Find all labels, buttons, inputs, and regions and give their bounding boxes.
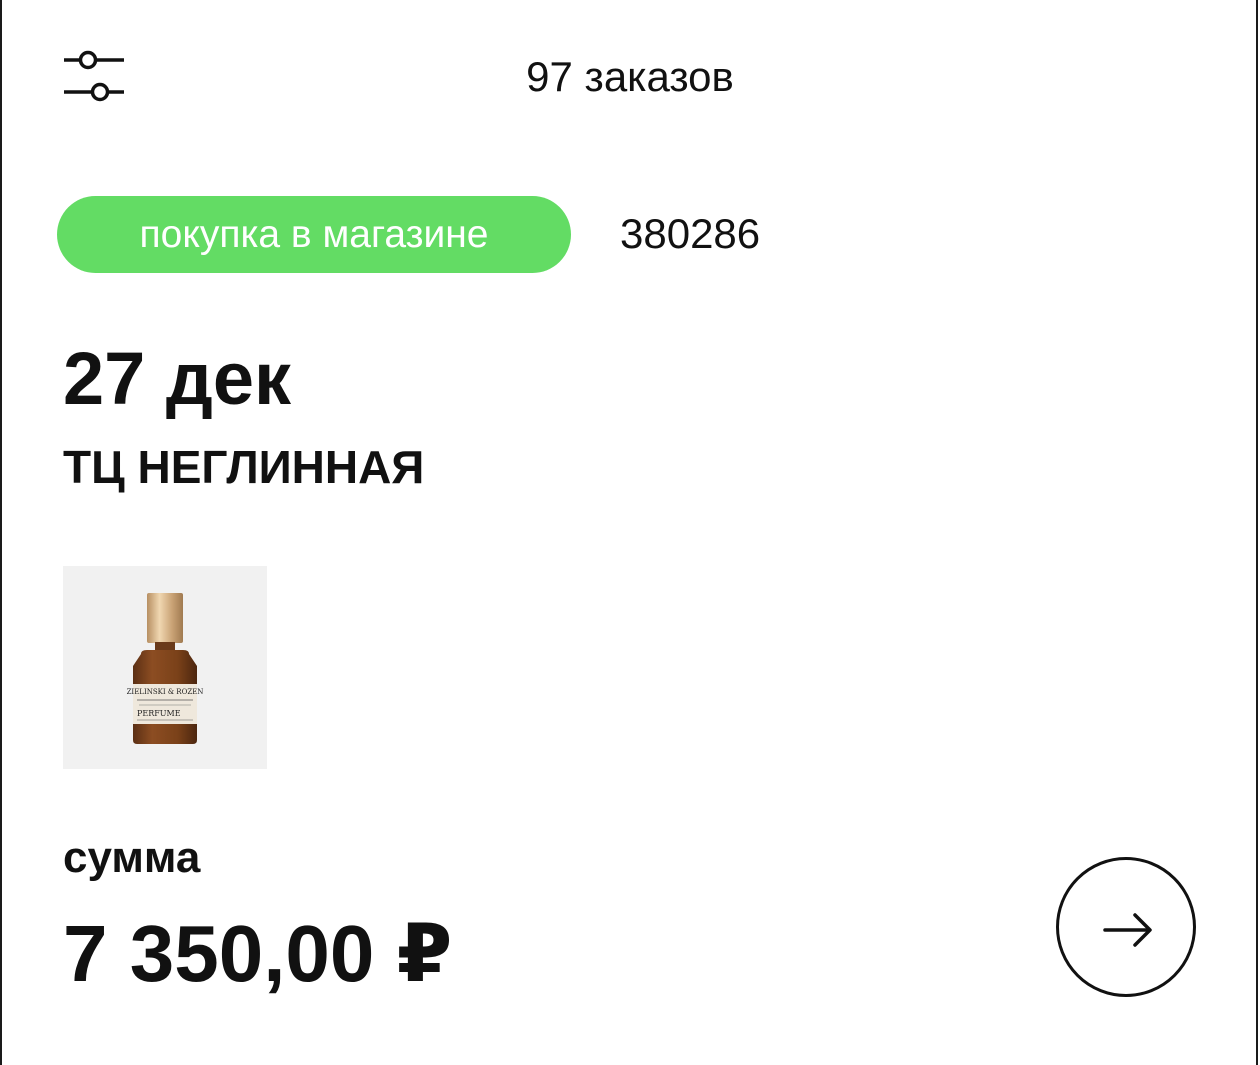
store-name: ТЦ НЕГЛИННАЯ — [63, 441, 425, 493]
order-type-badge: покупка в магазине — [57, 196, 571, 273]
arrow-right-icon — [1103, 913, 1152, 947]
bottle-label-type: PERFUME — [137, 709, 181, 718]
bottle-label-brand: ZIELINSKI & ROZEN — [127, 688, 204, 696]
sum-label: сумма — [63, 833, 201, 882]
order-date: 27 дек — [63, 337, 292, 420]
sum-value: 7 350,00 ₽ — [63, 909, 453, 998]
product-thumbnail[interactable]: ZIELINSKI & ROZEN PERFUME — [63, 566, 267, 769]
order-number: 380286 — [620, 210, 761, 257]
open-order-button[interactable] — [1056, 857, 1196, 997]
perfume-bottle-image: ZIELINSKI & ROZEN PERFUME — [127, 593, 204, 744]
orders-count: 97 заказов — [526, 53, 734, 100]
